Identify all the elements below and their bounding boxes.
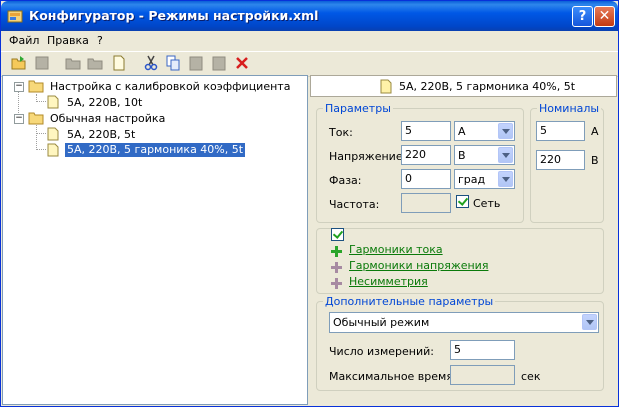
nominals-legend: Номиналы xyxy=(537,102,602,115)
extra-params-legend: Дополнительные параметры xyxy=(323,295,496,308)
network-label: Сеть xyxy=(473,197,501,210)
paste-icon[interactable] xyxy=(211,55,227,71)
details-title: 5А, 220В, 5 гармоника 40%, 5t xyxy=(399,80,576,93)
nominal-current-input[interactable]: 5 xyxy=(536,121,585,141)
voltage-input[interactable]: 220 xyxy=(401,145,451,165)
frequency-label: Частота: xyxy=(329,198,380,211)
extra-params-group: Дополнительные параметры Обычный режим Ч… xyxy=(316,295,604,391)
new-document-icon[interactable] xyxy=(111,55,127,71)
help-button[interactable]: ? xyxy=(572,6,593,27)
tree-item-label: 5А, 220В, 5t xyxy=(67,128,136,141)
phase-input[interactable]: 0 xyxy=(401,169,451,189)
chevron-down-icon[interactable] xyxy=(498,147,513,163)
delete-icon[interactable] xyxy=(234,55,250,71)
max-time-label: Максимальное время: xyxy=(329,370,457,383)
document-icon xyxy=(47,143,59,157)
nominal-voltage-input[interactable]: 220 xyxy=(536,150,585,170)
tree-item[interactable]: 5А, 220В, 5t xyxy=(46,127,246,142)
voltage-label: Напряжение: xyxy=(329,150,407,163)
measurement-count-input[interactable]: 5 xyxy=(450,340,515,360)
tree-item-label: 5А, 220В, 5 гармоника 40%, 5t xyxy=(65,143,246,157)
current-unit-select[interactable]: А xyxy=(454,121,515,141)
nominal-voltage-unit: В xyxy=(591,154,599,167)
tree-group[interactable]: − Настройка с калибровкой коэффициента xyxy=(12,79,302,94)
phase-unit-select[interactable]: град xyxy=(454,169,515,189)
close-button[interactable]: ✕ xyxy=(594,6,615,27)
asymmetry-link[interactable]: Несимметрия xyxy=(349,275,428,288)
plus-icon[interactable] xyxy=(331,262,342,273)
collapse-toggle[interactable]: − xyxy=(14,114,24,124)
tree-item[interactable]: 5А, 220В, 10t xyxy=(46,95,246,110)
cut-icon[interactable] xyxy=(143,55,159,71)
document-icon xyxy=(47,127,59,141)
chevron-down-icon[interactable] xyxy=(498,171,513,187)
plus-icon[interactable] xyxy=(331,278,342,289)
open-folder-icon[interactable] xyxy=(11,55,27,71)
max-time-input[interactable] xyxy=(450,365,515,385)
copy-icon[interactable] xyxy=(165,55,181,71)
current-label: Ток: xyxy=(329,126,353,139)
harmonics-group: Гармоники тока Гармоники напряжения Неси… xyxy=(316,228,604,294)
window-title: Конфигуратор - Режимы настройки.xml xyxy=(29,8,319,23)
voltage-unit-select[interactable]: В xyxy=(454,145,515,165)
toolbar xyxy=(1,51,618,77)
tree-group-label: Обычная настройка xyxy=(50,112,166,125)
details-panel: 5А, 220В, 5 гармоника 40%, 5t Параметры … xyxy=(310,75,618,405)
plus-icon[interactable] xyxy=(331,246,342,257)
disabled-icon[interactable] xyxy=(34,55,50,71)
parameters-group: Параметры Ток: 5 А Напряжение: 220 В Фаз… xyxy=(316,102,524,223)
paste-icon[interactable] xyxy=(188,55,204,71)
tree-group-label: Настройка с калибровкой коэффициента xyxy=(50,80,291,93)
mode-value: Обычный режим xyxy=(333,316,430,329)
current-harmonics-link[interactable]: Гармоники тока xyxy=(349,243,443,256)
mode-select[interactable]: Обычный режим xyxy=(329,312,599,333)
tree-view[interactable]: − Настройка с калибровкой коэффициента 5… xyxy=(2,75,308,405)
document-icon xyxy=(380,79,392,94)
phase-unit-value: град xyxy=(458,173,486,186)
menu-bar: Файл Правка ? xyxy=(1,31,618,50)
folder-icon xyxy=(28,112,44,125)
voltage-harmonics-link[interactable]: Гармоники напряжения xyxy=(349,259,488,272)
menu-file[interactable]: Файл xyxy=(9,34,39,47)
nominals-group: Номиналы 5 А 220 В xyxy=(530,102,604,223)
voltage-unit-value: В xyxy=(458,149,466,162)
current-input[interactable]: 5 xyxy=(401,121,451,141)
folder-icon[interactable] xyxy=(87,55,103,71)
folder-icon[interactable] xyxy=(65,55,81,71)
app-window: Конфигуратор - Режимы настройки.xml ? ✕ … xyxy=(0,0,619,407)
menu-edit[interactable]: Правка xyxy=(47,34,89,47)
tree-item-label: 5А, 220В, 10t xyxy=(67,96,143,109)
folder-icon xyxy=(28,80,44,93)
network-checkbox[interactable] xyxy=(456,195,469,208)
chevron-down-icon[interactable] xyxy=(498,123,513,139)
frequency-input[interactable] xyxy=(401,193,451,213)
app-icon xyxy=(7,10,23,23)
parameters-legend: Параметры xyxy=(323,102,393,115)
details-header: 5А, 220В, 5 гармоника 40%, 5t xyxy=(310,75,617,97)
phase-label: Фаза: xyxy=(329,174,362,187)
measurement-count-label: Число измерений: xyxy=(329,345,435,358)
nominal-current-unit: А xyxy=(591,125,599,138)
tree-group[interactable]: − Обычная настройка xyxy=(12,111,302,126)
harmonics-enable-checkbox[interactable] xyxy=(331,228,344,241)
tree-item-selected[interactable]: 5А, 220В, 5 гармоника 40%, 5t xyxy=(46,143,266,158)
collapse-toggle[interactable]: − xyxy=(14,82,24,92)
document-icon xyxy=(47,95,59,109)
current-unit-value: А xyxy=(458,125,466,138)
title-bar[interactable]: Конфигуратор - Режимы настройки.xml ? ✕ xyxy=(1,1,618,31)
max-time-unit: сек xyxy=(521,370,541,383)
menu-help[interactable]: ? xyxy=(97,34,103,47)
chevron-down-icon[interactable] xyxy=(582,314,597,330)
